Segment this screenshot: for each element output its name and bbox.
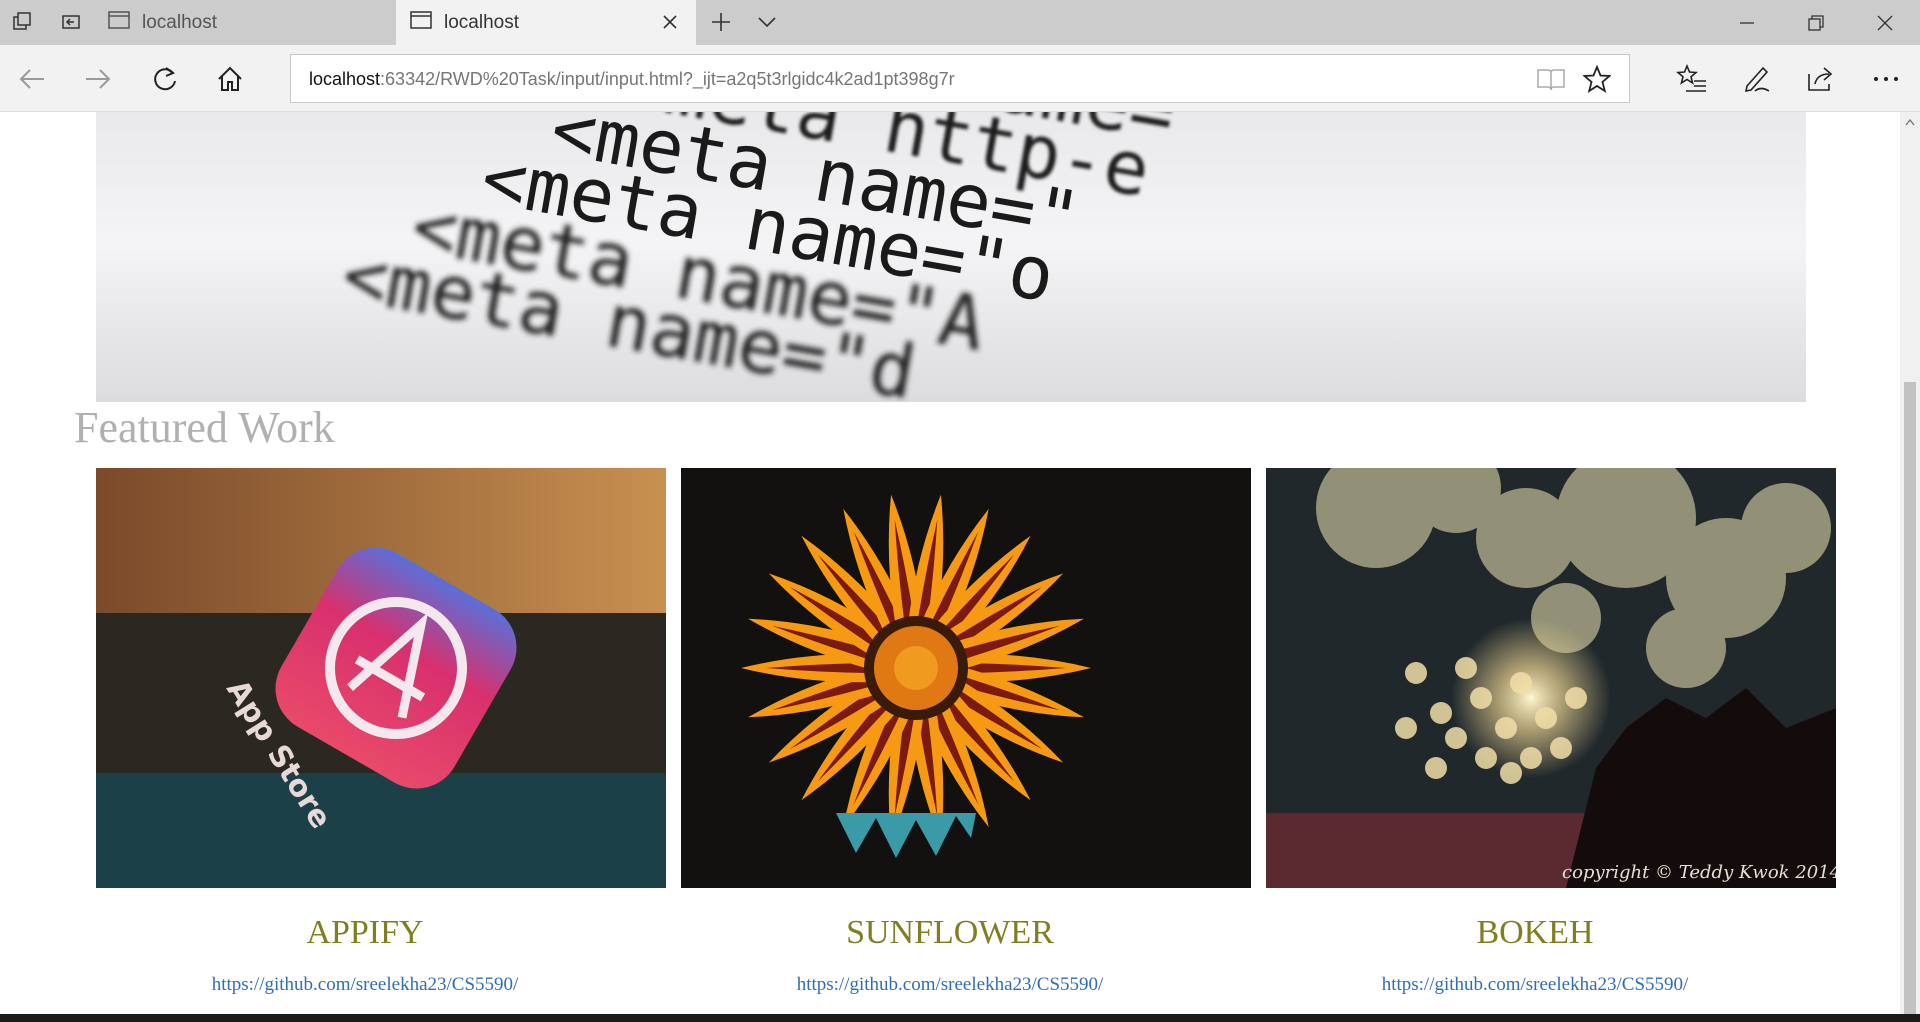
card-link-bokeh[interactable]: https://github.com/sreelekha23/CS5590/ <box>1250 974 1820 996</box>
bokeh-light <box>1535 707 1557 729</box>
card-title-sunflower: SUNFLOWER <box>846 914 1054 951</box>
bokeh-light <box>1455 657 1477 679</box>
hero-banner-image: <meta name= <meta http-e <meta name=" <m… <box>96 112 1806 402</box>
close-tab-icon[interactable] <box>658 10 682 34</box>
bokeh-image[interactable]: copyright © Teddy Kwok 2014 <box>1266 468 1836 888</box>
vertical-scrollbar[interactable] <box>1900 112 1920 1014</box>
refresh-icon[interactable] <box>145 59 185 99</box>
forward-icon[interactable] <box>78 59 118 99</box>
scroll-up-arrow-icon[interactable] <box>1900 112 1920 132</box>
page-icon <box>410 10 432 35</box>
tab-localhost-2[interactable]: localhost <box>396 0 696 45</box>
web-note-pen-icon[interactable] <box>1736 59 1776 99</box>
tab-sets-icon[interactable] <box>8 8 38 36</box>
cloud-blob <box>1741 483 1831 573</box>
bokeh-light <box>1510 672 1532 694</box>
bokeh-credit-text: copyright © Teddy Kwok 2014 <box>1562 862 1836 883</box>
appify-image[interactable]: App Store <box>96 468 666 888</box>
bokeh-light <box>1500 762 1522 784</box>
url-text: localhost:63342/RWD%20Task/input/input.h… <box>309 69 955 89</box>
sunflower-image[interactable] <box>681 468 1251 888</box>
tabs-aside-icon[interactable] <box>56 8 86 36</box>
bokeh-light <box>1395 717 1417 739</box>
bokeh-light <box>1475 747 1497 769</box>
close-window-icon[interactable] <box>1850 0 1920 45</box>
taskbar-edge <box>0 1014 1920 1022</box>
card-link-sunflower[interactable]: https://github.com/sreelekha23/CS5590/ <box>665 974 1235 996</box>
page-icon <box>108 10 130 35</box>
address-bar[interactable]: localhost:63342/RWD%20Task/input/input.h… <box>290 54 1630 103</box>
section-title: Featured Work <box>74 403 335 452</box>
favorite-star-icon[interactable] <box>1581 63 1613 95</box>
back-icon[interactable] <box>12 59 52 99</box>
card-title-bokeh: BOKEH <box>1476 914 1594 951</box>
tab-title: localhost <box>142 11 217 33</box>
bokeh-light <box>1425 757 1447 779</box>
page-viewport: <meta name= <meta http-e <meta name=" <m… <box>0 112 1900 1014</box>
bokeh-light <box>1445 727 1467 749</box>
restore-icon[interactable] <box>1781 0 1851 45</box>
more-options-icon[interactable] <box>1866 59 1906 99</box>
share-icon[interactable] <box>1800 59 1840 99</box>
reading-view-icon[interactable] <box>1535 63 1567 95</box>
bokeh-light <box>1550 737 1572 759</box>
tab-preview-chevron-icon[interactable] <box>752 8 782 36</box>
bokeh-light <box>1405 662 1427 684</box>
bokeh-light <box>1495 717 1517 739</box>
bokeh-light <box>1430 702 1452 724</box>
new-tab-icon[interactable] <box>706 8 736 36</box>
bokeh-light <box>1520 747 1542 769</box>
card-title-appify: APPIFY <box>306 914 424 951</box>
cloud-blob <box>1646 608 1726 688</box>
bokeh-light <box>1470 687 1492 709</box>
minimize-icon[interactable] <box>1712 0 1782 45</box>
tab-title: localhost <box>444 11 519 33</box>
scroll-thumb[interactable] <box>1904 382 1916 1014</box>
home-icon[interactable] <box>210 59 250 99</box>
tab-localhost-1[interactable]: localhost <box>96 0 396 45</box>
navigation-bar: localhost:63342/RWD%20Task/input/input.h… <box>0 45 1920 112</box>
bokeh-light <box>1565 687 1587 709</box>
favorites-hub-icon[interactable] <box>1672 59 1712 99</box>
tab-bar: localhost localhost <box>0 0 1920 45</box>
card-link-appify[interactable]: https://github.com/sreelekha23/CS5590/ <box>80 974 650 996</box>
